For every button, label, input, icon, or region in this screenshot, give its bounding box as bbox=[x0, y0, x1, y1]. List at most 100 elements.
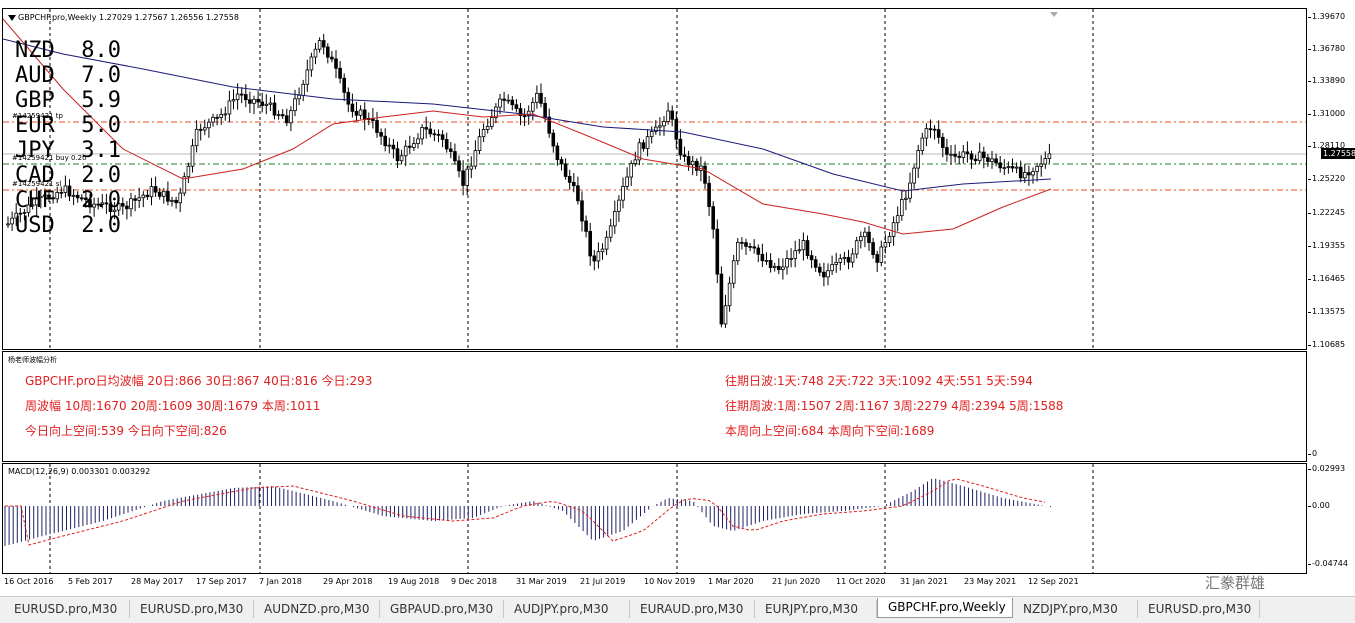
candle-body bbox=[629, 163, 633, 178]
candle-body bbox=[399, 155, 404, 162]
chart-tab[interactable]: EURAUD.pro,M30 bbox=[630, 600, 755, 618]
candle-body bbox=[854, 240, 859, 255]
candle-body bbox=[887, 235, 892, 243]
candle-body bbox=[387, 144, 392, 147]
chart-tab[interactable]: AUDJPY.pro,M30 bbox=[504, 600, 630, 618]
candle-body bbox=[998, 162, 1002, 169]
candle-body bbox=[1039, 163, 1044, 167]
candle-body bbox=[875, 254, 879, 263]
candle-body bbox=[252, 98, 256, 104]
candle-body bbox=[137, 197, 142, 201]
candle-body bbox=[846, 256, 851, 263]
candle-body bbox=[690, 160, 695, 166]
candle-body bbox=[166, 190, 170, 202]
date-axis-label: 7 Jan 2018 bbox=[259, 577, 302, 586]
price-scale-label: 1.19355 bbox=[1307, 241, 1346, 250]
candle-body bbox=[563, 163, 568, 177]
candle-body bbox=[317, 40, 322, 50]
candle-body bbox=[977, 151, 982, 162]
price-chart[interactable] bbox=[3, 9, 1306, 349]
macd-scale-top: 0.02993 bbox=[1307, 464, 1346, 473]
candle-body bbox=[231, 99, 236, 102]
candle-body bbox=[202, 127, 207, 131]
candle-body bbox=[1023, 172, 1027, 179]
candle-body bbox=[920, 137, 925, 151]
candle-body bbox=[313, 48, 318, 58]
candle-body bbox=[600, 248, 605, 253]
candle-body bbox=[674, 118, 679, 140]
candle-body bbox=[334, 58, 338, 69]
candle-body bbox=[932, 128, 937, 131]
candle-body bbox=[736, 241, 740, 262]
candle-body bbox=[961, 151, 966, 158]
candle-body bbox=[161, 190, 166, 197]
candle-body bbox=[826, 270, 830, 278]
chart-tab[interactable]: EURJPY.pro,M30 bbox=[755, 600, 877, 618]
candle-body bbox=[682, 154, 687, 157]
candle-body bbox=[481, 129, 486, 138]
candle-body bbox=[502, 98, 506, 101]
candle-body bbox=[157, 191, 162, 197]
date-axis-label: 1 Mar 2020 bbox=[708, 577, 754, 586]
candle-body bbox=[383, 135, 387, 147]
candle-body bbox=[662, 121, 666, 127]
candle-body bbox=[362, 109, 367, 120]
candle-body bbox=[178, 192, 183, 204]
candle-body bbox=[543, 102, 547, 118]
chart-tab[interactable]: EURUSD.pro,M30 bbox=[4, 600, 130, 618]
candle-body bbox=[10, 217, 14, 225]
candle-body bbox=[305, 69, 310, 85]
current-price-tag: 1.27558 bbox=[1321, 148, 1355, 159]
candle-body bbox=[461, 170, 465, 186]
chart-tab[interactable]: EURUSD.pro,M30 bbox=[1138, 600, 1260, 618]
candle-body bbox=[174, 199, 178, 204]
candle-body bbox=[440, 134, 445, 140]
price-scale-label: 1.36780 bbox=[1307, 44, 1346, 53]
price-scale-label: 1.22245 bbox=[1307, 208, 1346, 217]
candle-body bbox=[928, 128, 933, 131]
candle-body bbox=[444, 139, 449, 150]
candle-body bbox=[243, 94, 248, 101]
moving-average-red bbox=[3, 18, 1052, 235]
macd-title: MACD(12,26,9) 0.003301 0.003292 bbox=[8, 467, 151, 476]
candle-body bbox=[945, 147, 949, 155]
price-scale-label: 1.25220 bbox=[1307, 174, 1346, 183]
date-axis-label: 23 May 2021 bbox=[964, 577, 1017, 586]
chart-tab[interactable]: GBPCHF.pro,Weekly bbox=[877, 598, 1013, 618]
price-scale-label: 1.10685 bbox=[1307, 340, 1346, 349]
date-axis-label: 31 Mar 2019 bbox=[516, 577, 567, 586]
candle-body bbox=[276, 114, 281, 117]
candle-body bbox=[325, 46, 330, 58]
macd-scale-zero: 0.00 bbox=[1308, 501, 1330, 510]
chart-tab[interactable]: AUDNZD.pro,M30 bbox=[254, 600, 380, 618]
date-axis-label: 17 Sep 2017 bbox=[196, 577, 247, 586]
candle-body bbox=[153, 186, 158, 193]
candle-body bbox=[194, 128, 199, 147]
candle-body bbox=[129, 198, 133, 210]
candle-body bbox=[990, 158, 994, 162]
candle-body bbox=[342, 77, 346, 93]
candle-body bbox=[895, 215, 900, 224]
candle-body bbox=[785, 258, 789, 268]
candle-body bbox=[309, 56, 314, 71]
candle-body bbox=[879, 246, 884, 263]
currency-strength-row: GBP 5.9 bbox=[15, 88, 121, 113]
chart-tab[interactable]: GBPAUD.pro,M30 bbox=[380, 600, 504, 618]
candle-body bbox=[227, 100, 232, 115]
date-axis-label: 5 Feb 2017 bbox=[68, 577, 113, 586]
candle-body bbox=[453, 151, 457, 162]
candle-body bbox=[994, 158, 998, 164]
candle-body bbox=[678, 138, 683, 156]
candle-body bbox=[584, 220, 588, 232]
chart-tab[interactable]: NZDJPY.pro,M30 bbox=[1013, 600, 1138, 618]
chart-tab[interactable]: EURUSD.pro,M30 bbox=[130, 600, 254, 618]
date-axis-label: 9 Dec 2018 bbox=[451, 577, 498, 586]
macd-scale-bottom: -0.04744 bbox=[1308, 559, 1348, 568]
candle-body bbox=[268, 102, 273, 105]
date-axis-label: 31 Jan 2021 bbox=[900, 577, 948, 586]
indicator-line-left-2: 周波幅 10周:1670 20周:1609 30周:1679 本周:1011 bbox=[25, 399, 321, 413]
candle-body bbox=[1043, 158, 1048, 165]
candle-body bbox=[6, 223, 10, 226]
candle-body bbox=[781, 266, 785, 270]
candle-body bbox=[506, 99, 510, 102]
